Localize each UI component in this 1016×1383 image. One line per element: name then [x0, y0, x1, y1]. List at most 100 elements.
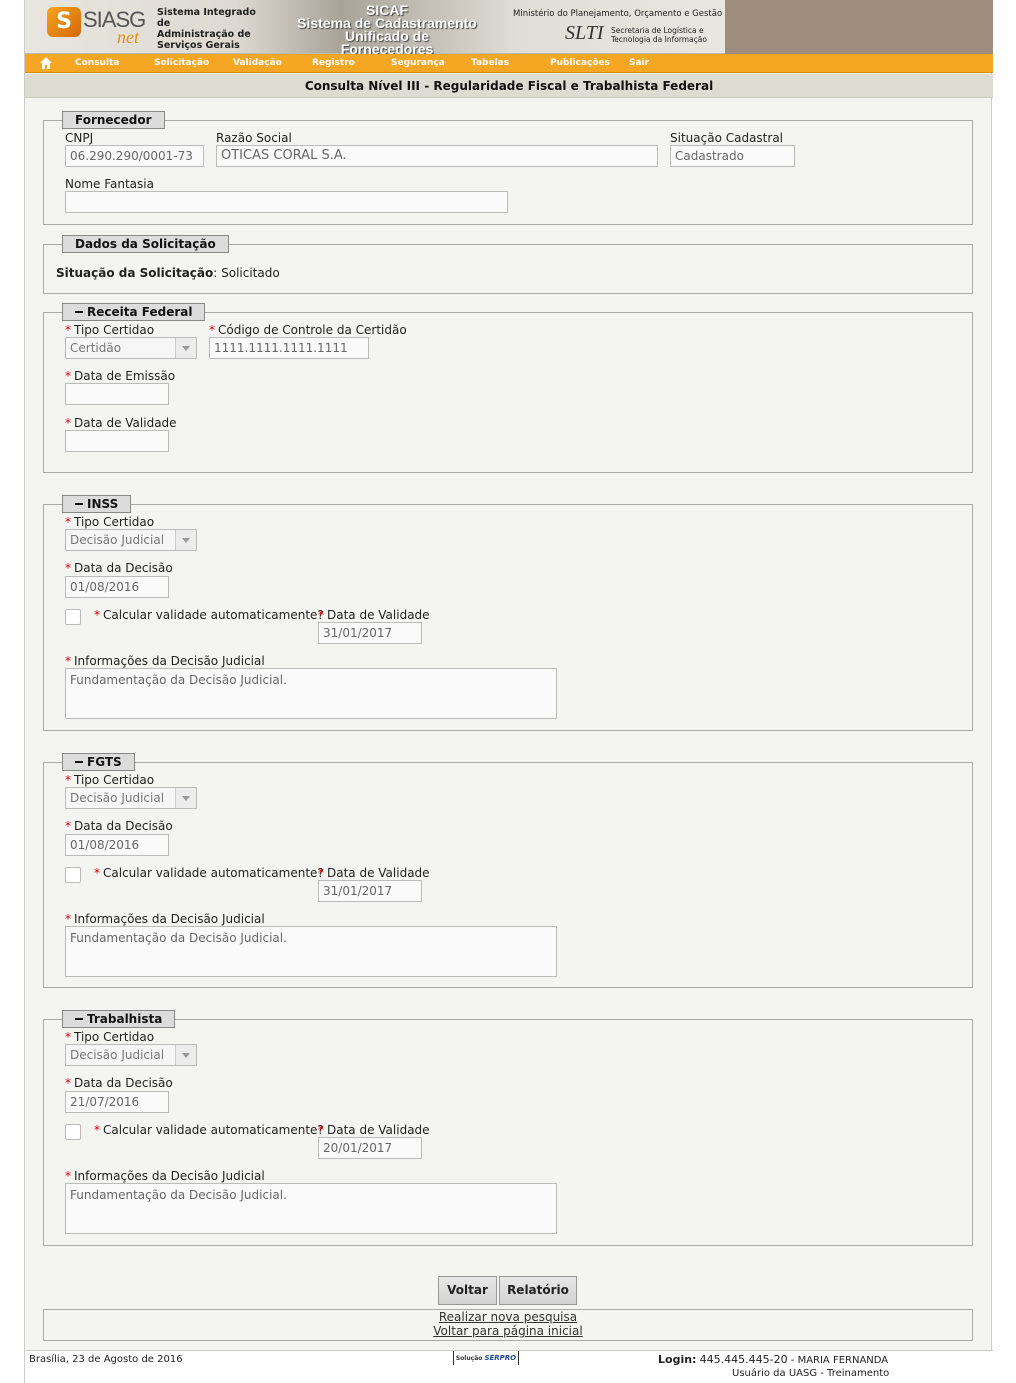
- situacao-solicitacao-value: : Solicitado: [213, 266, 280, 280]
- serpro-logo: Solução SERPRO: [453, 1351, 519, 1365]
- ministry-name: Ministério do Planejamento, Orçamento e …: [513, 9, 723, 19]
- data-validade-label: * Data de Validade: [318, 1123, 430, 1137]
- nav-consulta[interactable]: Consulta: [75, 58, 119, 68]
- data-validade-field[interactable]: 20/01/2017: [318, 1137, 422, 1159]
- tipo-certidao-label: * Tipo Certidao: [65, 1030, 154, 1044]
- tipo-certidao-select[interactable]: Decisão Judicial: [65, 1044, 197, 1066]
- calcular-validade-label: * Calcular validade automaticamente?: [94, 1123, 324, 1137]
- serpro-prefix: Solução: [455, 1355, 483, 1362]
- inss-legend[interactable]: INSS: [62, 495, 132, 513]
- chevron-down-icon[interactable]: [175, 1045, 196, 1065]
- tipo-certidao-label-text: Tipo Certidao: [74, 515, 155, 529]
- nav-seguranca[interactable]: Segurança: [391, 58, 445, 68]
- tipo-certidao-label: * Tipo Certidao: [65, 515, 154, 529]
- siasg-logo-mark: S: [47, 7, 81, 37]
- info-decisao-textarea[interactable]: Fundamentação da Decisão Judicial.: [65, 668, 557, 719]
- fornecedor-section: Fornecedor CNPJ 06.290.290/0001-73 Razão…: [43, 111, 973, 225]
- system-name-line: Serviços Gerais: [157, 40, 240, 51]
- inss-legend-text: INSS: [87, 497, 119, 511]
- info-decisao-label: * Informações da Decisão Judicial: [65, 1169, 265, 1183]
- calcular-validade-checkbox[interactable]: [65, 609, 81, 625]
- chevron-down-icon[interactable]: [175, 530, 196, 550]
- data-validade-label-text: Data de Validade: [327, 866, 430, 880]
- tipo-certidao-label: * Tipo Certidao: [65, 323, 154, 337]
- required-mark: *: [94, 866, 100, 880]
- tipo-certidao-label-text: Tipo Certidao: [74, 1030, 155, 1044]
- nome-fantasia-field[interactable]: [65, 191, 508, 213]
- fgts-legend[interactable]: FGTS: [62, 753, 135, 771]
- calcular-validade-label: * Calcular validade automaticamente?: [94, 608, 324, 622]
- footer-date: Brasília, 23 de Agosto de 2016: [29, 1354, 183, 1365]
- trabalhista-legend[interactable]: Trabalhista: [62, 1010, 176, 1028]
- footer: Brasília, 23 de Agosto de 2016 Solução S…: [25, 1350, 993, 1383]
- razao-social-field[interactable]: OTICAS CORAL S.A.: [216, 145, 658, 167]
- banner-right-panel: [725, 0, 993, 54]
- data-decisao-label-text: Data da Decisão: [74, 1076, 173, 1090]
- data-decisao-label-text: Data da Decisão: [74, 819, 173, 833]
- info-decisao-label-text: Informações da Decisão Judicial: [74, 654, 265, 668]
- required-mark: *: [65, 654, 71, 668]
- tipo-certidao-label-text: Tipo Certidao: [74, 773, 155, 787]
- data-decisao-field[interactable]: 01/08/2016: [65, 576, 169, 598]
- fgts-legend-text: FGTS: [87, 755, 122, 769]
- calcular-validade-checkbox[interactable]: [65, 867, 81, 883]
- chevron-down-icon[interactable]: [175, 788, 196, 808]
- data-decisao-field[interactable]: 01/08/2016: [65, 834, 169, 856]
- page-container: S SIASG net Sistema Integrado de Adminis…: [24, 0, 993, 1383]
- chevron-down-icon[interactable]: [175, 338, 196, 358]
- sicaf-subtitle: Unificado de Fornecedores: [340, 28, 434, 57]
- login-cpf: 445.445.445-20: [699, 1353, 788, 1366]
- nav-validacao[interactable]: Validação: [233, 58, 282, 68]
- nav-tabelas[interactable]: Tabelas: [471, 58, 509, 68]
- tipo-certidao-select[interactable]: Certidão: [65, 337, 197, 359]
- situacao-cadastral-field[interactable]: Cadastrado: [670, 145, 795, 167]
- data-validade-field[interactable]: 31/01/2017: [318, 880, 422, 902]
- required-mark: *: [65, 912, 71, 926]
- required-mark: *: [318, 866, 324, 880]
- system-name-line: Administração de: [157, 29, 251, 40]
- receita-federal-legend[interactable]: Receita Federal: [62, 303, 206, 321]
- solicitacao-section: Dados da Solicitação Situação da Solicit…: [43, 235, 973, 294]
- data-decisao-label-text: Data da Decisão: [74, 561, 173, 575]
- info-decisao-label: * Informações da Decisão Judicial: [65, 654, 265, 668]
- collapse-icon: [75, 1017, 83, 1020]
- page-title: Consulta Nível III - Regularidade Fiscal…: [25, 74, 993, 98]
- required-mark: *: [209, 323, 215, 337]
- collapse-icon: [75, 760, 83, 763]
- cnpj-field[interactable]: 06.290.290/0001-73: [65, 145, 204, 167]
- slti-text: Secretaria de Logística e Tecnologia da …: [611, 26, 707, 44]
- solicitacao-legend-text: Dados da Solicitação: [75, 237, 216, 251]
- nav-sair[interactable]: Sair: [629, 58, 649, 68]
- data-decisao-field[interactable]: 21/07/2016: [65, 1091, 169, 1113]
- data-validade-field[interactable]: [65, 430, 169, 452]
- tipo-certidao-label: * Tipo Certidao: [65, 773, 154, 787]
- fornecedor-legend-text: Fornecedor: [75, 113, 152, 127]
- voltar-button[interactable]: Voltar: [438, 1276, 497, 1305]
- relatorio-button[interactable]: Relatório: [499, 1276, 577, 1305]
- trabalhista-legend-text: Trabalhista: [87, 1012, 163, 1026]
- data-validade-field[interactable]: 31/01/2017: [318, 622, 422, 644]
- nav-publicacoes[interactable]: Publicações: [550, 58, 610, 68]
- sicaf-title: SICAF Sistema de Cadastramento Unificado…: [297, 3, 477, 57]
- situacao-solicitacao: Situação da Solicitação: Solicitado: [56, 266, 280, 280]
- data-emissao-field[interactable]: [65, 383, 169, 405]
- tipo-certidao-select[interactable]: Decisão Judicial: [65, 529, 197, 551]
- nav-registro[interactable]: Registro: [312, 58, 355, 68]
- data-validade-label: * Data de Validade: [318, 608, 430, 622]
- tipo-certidao-select[interactable]: Decisão Judicial: [65, 787, 197, 809]
- tipo-certidao-value: Decisão Judicial: [70, 791, 165, 805]
- home-icon[interactable]: [39, 56, 53, 70]
- login-label: Login:: [658, 1353, 697, 1366]
- fgts-section: FGTS * Tipo Certidao Decisão Judicial * Da…: [43, 753, 973, 988]
- tipo-certidao-label-text: Tipo Certidao: [74, 323, 155, 337]
- nav-solicitacao[interactable]: Solicitação: [154, 58, 209, 68]
- info-decisao-textarea[interactable]: Fundamentação da Decisão Judicial.: [65, 1183, 557, 1234]
- required-mark: *: [65, 773, 71, 787]
- login-name: - MARIA FERNANDA: [790, 1355, 889, 1366]
- calcular-validade-checkbox[interactable]: [65, 1124, 81, 1140]
- codigo-controle-field[interactable]: 1111.1111.1111.1111: [209, 337, 369, 359]
- nova-pesquisa-link[interactable]: Realizar nova pesquisa: [44, 1310, 972, 1324]
- pagina-inicial-link[interactable]: Voltar para página inicial: [44, 1324, 972, 1338]
- siasg-logo: S SIASG net: [47, 5, 146, 49]
- info-decisao-textarea[interactable]: Fundamentação da Decisão Judicial.: [65, 926, 557, 977]
